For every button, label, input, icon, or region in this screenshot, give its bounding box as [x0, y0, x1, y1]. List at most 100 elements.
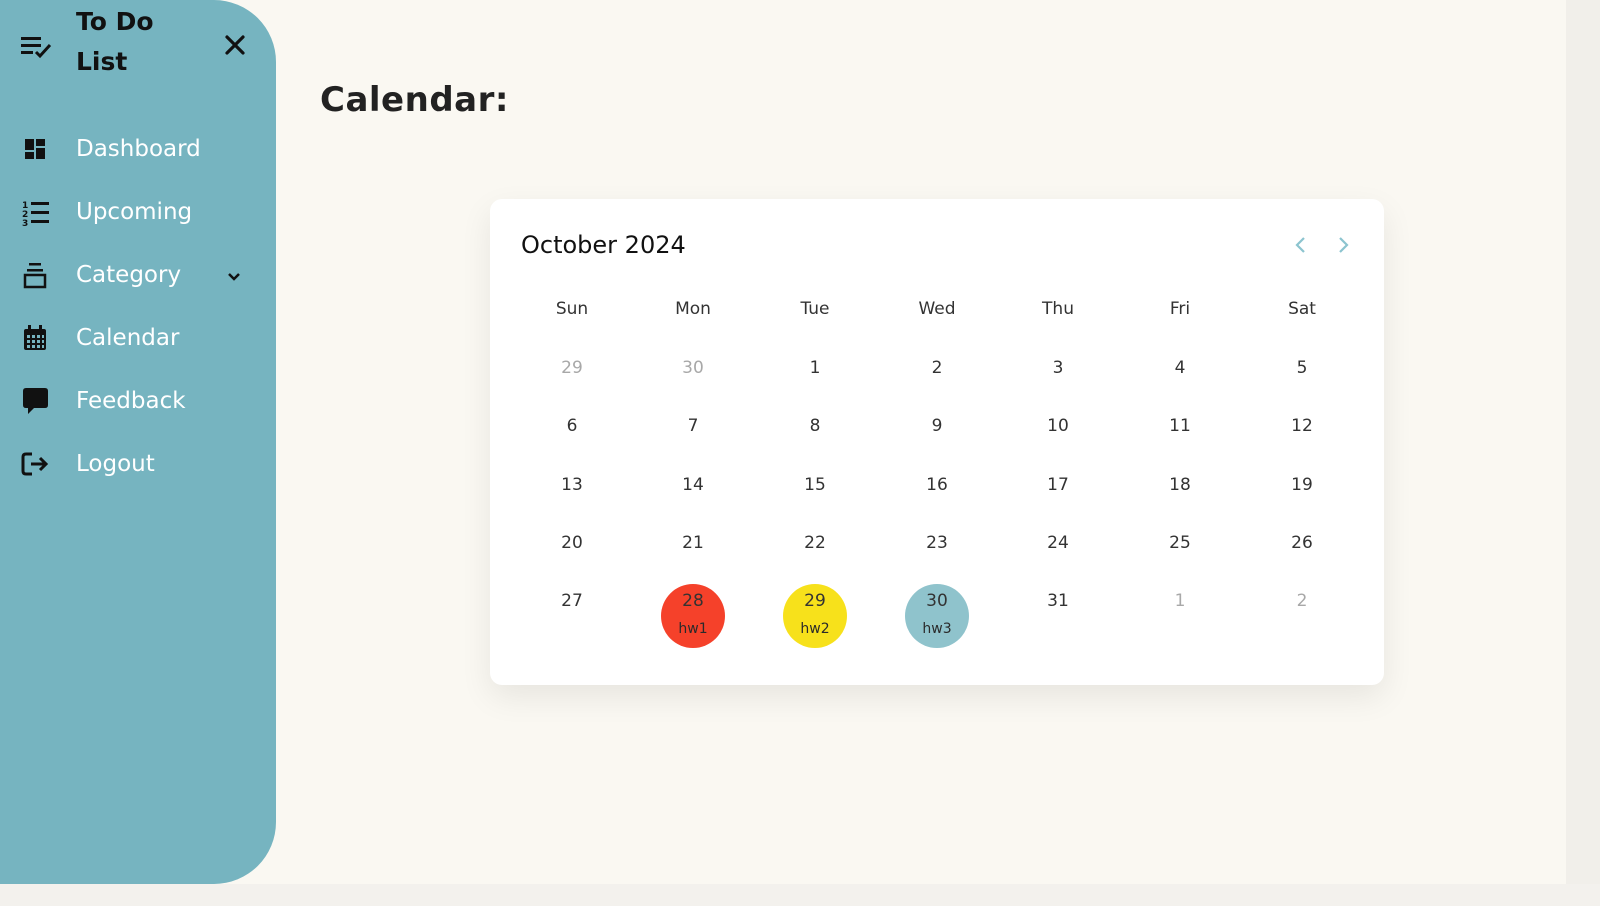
calendar-day[interactable]: 8 — [783, 409, 847, 473]
calendar-day[interactable]: 6 — [540, 409, 604, 473]
calendar-month-label: October 2024 — [521, 231, 686, 259]
day-number: 27 — [561, 591, 583, 611]
sidebar-item-logout[interactable]: Logout — [0, 439, 276, 489]
svg-text:3: 3 — [22, 219, 28, 228]
close-icon[interactable] — [218, 28, 252, 62]
sidebar: To Do List Dashboard 1 2 3 Upcoming Cate… — [0, 0, 276, 884]
day-number: 5 — [1296, 358, 1308, 378]
calendar-day[interactable]: 3 — [1026, 351, 1090, 415]
scrollbar-track[interactable] — [1566, 0, 1600, 884]
sidebar-item-label: Upcoming — [76, 199, 193, 225]
day-number: 29 — [561, 358, 583, 378]
day-number: 9 — [931, 416, 943, 436]
event-label: hw1 — [678, 621, 708, 637]
page-title: Calendar: — [320, 80, 509, 120]
day-number: 18 — [1169, 475, 1191, 495]
day-number: 28 — [682, 591, 704, 611]
calendar-day-with-event[interactable]: 28 hw1 — [661, 584, 725, 648]
weekday-label: Tue — [800, 299, 830, 319]
day-number: 14 — [682, 475, 704, 495]
calendar-widget: October 2024 Sun Mon Tue Wed Thu Fri Sat — [490, 199, 1384, 685]
stack-icon — [19, 259, 51, 291]
calendar-icon — [19, 322, 51, 354]
day-number: 8 — [809, 416, 821, 436]
app-window: To Do List Dashboard 1 2 3 Upcoming Cate… — [0, 0, 1566, 884]
calendar-day[interactable]: 1 — [783, 351, 847, 415]
calendar-day[interactable]: 18 — [1148, 468, 1212, 532]
calendar-day[interactable]: 12 — [1270, 409, 1334, 473]
day-number: 31 — [1047, 591, 1069, 611]
event-label: hw3 — [922, 621, 952, 637]
day-number: 30 — [926, 591, 948, 611]
calendar-day[interactable]: 23 — [905, 526, 969, 590]
event-label: hw2 — [800, 621, 830, 637]
day-number: 22 — [804, 533, 826, 553]
sidebar-item-label: Logout — [76, 451, 155, 477]
calendar-day[interactable]: 15 — [783, 468, 847, 532]
weekday-label: Sat — [1288, 299, 1316, 319]
chevron-right-icon[interactable] — [1329, 231, 1357, 259]
calendar-day[interactable]: 10 — [1026, 409, 1090, 473]
calendar-day-with-event[interactable]: 30 hw3 — [905, 584, 969, 648]
chevron-down-icon[interactable] — [224, 267, 244, 287]
calendar-day[interactable]: 14 — [661, 468, 725, 532]
calendar-day[interactable]: 21 — [661, 526, 725, 590]
day-number: 12 — [1291, 416, 1313, 436]
calendar-day[interactable]: 9 — [905, 409, 969, 473]
day-number: 23 — [926, 533, 948, 553]
day-number: 2 — [1296, 591, 1308, 611]
day-number: 30 — [682, 358, 704, 378]
calendar-day[interactable]: 19 — [1270, 468, 1334, 532]
day-number: 17 — [1047, 475, 1069, 495]
checklist-icon — [19, 30, 53, 62]
chat-bubble-icon — [19, 385, 51, 417]
calendar-day[interactable]: 4 — [1148, 351, 1212, 415]
day-number: 16 — [926, 475, 948, 495]
sidebar-item-feedback[interactable]: Feedback — [0, 376, 276, 426]
day-number: 21 — [682, 533, 704, 553]
weekday-label: Mon — [675, 299, 711, 319]
page: To Do List Dashboard 1 2 3 Upcoming Cate… — [0, 0, 1600, 906]
sidebar-item-upcoming[interactable]: 1 2 3 Upcoming — [0, 187, 276, 237]
calendar-day[interactable]: 7 — [661, 409, 725, 473]
day-number: 29 — [804, 591, 826, 611]
sidebar-item-calendar[interactable]: Calendar — [0, 313, 276, 363]
weekday-label: Thu — [1042, 299, 1074, 319]
calendar-day[interactable]: 25 — [1148, 526, 1212, 590]
calendar-day[interactable]: 29 — [540, 351, 604, 415]
weekday-label: Fri — [1169, 299, 1191, 319]
calendar-day[interactable]: 2 — [1270, 584, 1334, 648]
calendar-day[interactable]: 31 — [1026, 584, 1090, 648]
weekday-label: Sun — [555, 299, 589, 319]
day-number: 10 — [1047, 416, 1069, 436]
day-number: 7 — [687, 416, 699, 436]
app-title: To Do List — [76, 7, 154, 76]
day-number: 11 — [1169, 416, 1191, 436]
sidebar-item-dashboard[interactable]: Dashboard — [0, 124, 276, 174]
calendar-day[interactable]: 2 — [905, 351, 969, 415]
numbered-list-icon: 1 2 3 — [19, 196, 51, 229]
calendar-day[interactable]: 26 — [1270, 526, 1334, 590]
calendar-day[interactable]: 11 — [1148, 409, 1212, 473]
sidebar-item-label: Feedback — [76, 388, 186, 414]
calendar-day[interactable]: 20 — [540, 526, 604, 590]
day-number: 3 — [1052, 358, 1064, 378]
sidebar-item-category[interactable]: Category — [0, 250, 276, 300]
calendar-day[interactable]: 16 — [905, 468, 969, 532]
day-number: 20 — [561, 533, 583, 553]
day-number: 26 — [1291, 533, 1313, 553]
day-number: 6 — [566, 416, 578, 436]
day-number: 15 — [804, 475, 826, 495]
calendar-day[interactable]: 17 — [1026, 468, 1090, 532]
day-number: 1 — [1174, 591, 1186, 611]
calendar-day[interactable]: 22 — [783, 526, 847, 590]
logout-icon — [19, 448, 51, 480]
calendar-day[interactable]: 30 — [661, 351, 725, 415]
calendar-day[interactable]: 24 — [1026, 526, 1090, 590]
calendar-day[interactable]: 1 — [1148, 584, 1212, 648]
calendar-day-with-event[interactable]: 29 hw2 — [783, 584, 847, 648]
calendar-day[interactable]: 5 — [1270, 351, 1334, 415]
chevron-left-icon[interactable] — [1287, 231, 1315, 259]
calendar-day[interactable]: 13 — [540, 468, 604, 532]
calendar-day[interactable]: 27 — [540, 584, 604, 648]
